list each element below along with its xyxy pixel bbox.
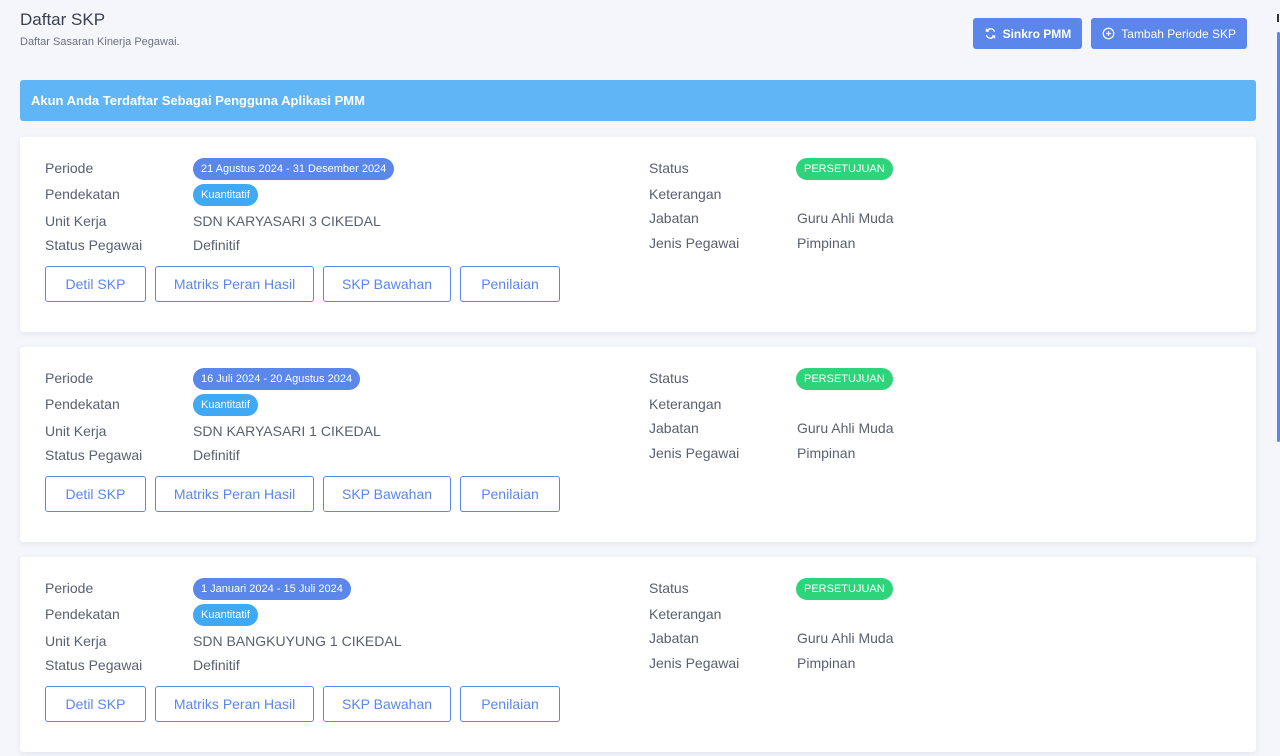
card-actions: Detil SKP Matriks Peran Hasil SKP Bawaha… (45, 686, 560, 722)
label-periode: Periode (45, 580, 94, 596)
penilaian-button[interactable]: Penilaian (460, 476, 560, 512)
period-badge: 16 Juli 2024 - 20 Agustus 2024 (193, 368, 361, 390)
sync-pmm-button[interactable]: Sinkro PMM (972, 18, 1083, 49)
label-jabatan: Jabatan (649, 210, 699, 226)
label-pendekatan: Pendekatan (45, 396, 120, 412)
label-status-pegawai: Status Pegawai (45, 237, 143, 253)
skp-bawahan-button[interactable]: SKP Bawahan (323, 686, 451, 722)
card-actions: Detil SKP Matriks Peran Hasil SKP Bawaha… (45, 476, 560, 512)
page-title: Daftar SKP (20, 10, 106, 29)
sync-pmm-label: Sinkro PMM (1002, 26, 1072, 41)
label-unit-kerja: Unit Kerja (45, 423, 107, 439)
scroll-marker (1277, 14, 1279, 22)
alert-text: Akun Anda Terdaftar Sebagai Pengguna Apl… (31, 93, 365, 108)
header-actions: Sinkro PMM Tambah Periode SKP (972, 18, 1247, 49)
label-status: Status (649, 160, 689, 176)
approach-badge: Kuantitatif (193, 184, 258, 206)
label-pendekatan: Pendekatan (45, 606, 120, 622)
label-unit-kerja: Unit Kerja (45, 213, 107, 229)
page-header: Daftar SKP Daftar Sasaran Kinerja Pegawa… (20, 10, 180, 48)
period-badge: 1 Januari 2024 - 15 Juli 2024 (193, 578, 351, 600)
status-badge: PERSETUJUAN (796, 368, 893, 390)
unit-kerja-value: SDN BANGKUYUNG 1 CIKEDAL (193, 633, 402, 649)
status-pegawai-value: Definitif (193, 657, 240, 673)
skp-card: Periode 21 Agustus 2024 - 31 Desember 20… (20, 137, 1256, 332)
plus-circle-icon (1102, 27, 1115, 40)
approach-badge: Kuantitatif (193, 604, 258, 626)
detil-skp-button[interactable]: Detil SKP (45, 266, 146, 302)
penilaian-button[interactable]: Penilaian (460, 266, 560, 302)
label-unit-kerja: Unit Kerja (45, 633, 107, 649)
unit-kerja-value: SDN KARYASARI 3 CIKEDAL (193, 213, 381, 229)
label-jenis-pegawai: Jenis Pegawai (649, 655, 740, 671)
period-badge: 21 Agustus 2024 - 31 Desember 2024 (193, 158, 395, 180)
label-status: Status (649, 580, 689, 596)
label-keterangan: Keterangan (649, 396, 722, 412)
jabatan-value: Guru Ahli Muda (797, 630, 894, 646)
label-jenis-pegawai: Jenis Pegawai (649, 235, 740, 251)
refresh-icon (985, 28, 995, 39)
jenis-pegawai-value: Pimpinan (797, 235, 856, 251)
skp-card: Periode 1 Januari 2024 - 15 Juli 2024 Pe… (20, 557, 1256, 752)
label-periode: Periode (45, 160, 94, 176)
matriks-peran-hasil-button[interactable]: Matriks Peran Hasil (155, 476, 314, 512)
detil-skp-button[interactable]: Detil SKP (45, 686, 146, 722)
page-subtitle: Daftar Sasaran Kinerja Pegawai. (20, 36, 180, 48)
label-status-pegawai: Status Pegawai (45, 447, 143, 463)
detil-skp-button[interactable]: Detil SKP (45, 476, 146, 512)
matriks-peran-hasil-button[interactable]: Matriks Peran Hasil (155, 266, 314, 302)
unit-kerja-value: SDN KARYASARI 1 CIKEDAL (193, 423, 381, 439)
jenis-pegawai-value: Pimpinan (797, 445, 856, 461)
penilaian-button[interactable]: Penilaian (460, 686, 560, 722)
skp-card: Periode 16 Juli 2024 - 20 Agustus 2024 P… (20, 347, 1256, 542)
matriks-peran-hasil-button[interactable]: Matriks Peran Hasil (155, 686, 314, 722)
label-jabatan: Jabatan (649, 630, 699, 646)
card-actions: Detil SKP Matriks Peran Hasil SKP Bawaha… (45, 266, 560, 302)
add-period-label: Tambah Periode SKP (1121, 26, 1236, 41)
label-pendekatan: Pendekatan (45, 186, 120, 202)
label-jabatan: Jabatan (649, 420, 699, 436)
label-status: Status (649, 370, 689, 386)
jabatan-value: Guru Ahli Muda (797, 420, 894, 436)
add-period-button[interactable]: Tambah Periode SKP (1091, 18, 1247, 49)
label-status-pegawai: Status Pegawai (45, 657, 143, 673)
label-keterangan: Keterangan (649, 186, 722, 202)
label-periode: Periode (45, 370, 94, 386)
status-badge: PERSETUJUAN (796, 158, 893, 180)
label-keterangan: Keterangan (649, 606, 722, 622)
label-jenis-pegawai: Jenis Pegawai (649, 445, 740, 461)
skp-bawahan-button[interactable]: SKP Bawahan (323, 266, 451, 302)
jenis-pegawai-value: Pimpinan (797, 655, 856, 671)
status-badge: PERSETUJUAN (796, 578, 893, 600)
pmm-alert: Akun Anda Terdaftar Sebagai Pengguna Apl… (20, 80, 1256, 121)
jabatan-value: Guru Ahli Muda (797, 210, 894, 226)
status-pegawai-value: Definitif (193, 237, 240, 253)
skp-bawahan-button[interactable]: SKP Bawahan (323, 476, 451, 512)
approach-badge: Kuantitatif (193, 394, 258, 416)
status-pegawai-value: Definitif (193, 447, 240, 463)
